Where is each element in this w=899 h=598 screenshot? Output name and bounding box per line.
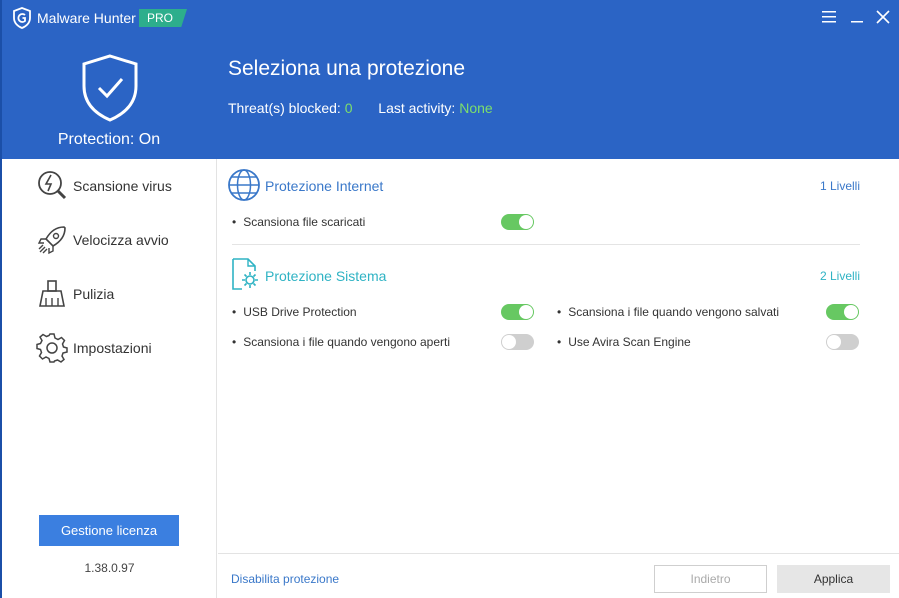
app-logo-icon	[13, 7, 31, 29]
toggle-knob	[844, 305, 858, 319]
sidebar-item-label: Scansione virus	[73, 178, 172, 194]
sidebar: Scansione virus Velocizza avvio Pulizia …	[2, 159, 217, 598]
section-title-system: Protezione Sistema	[265, 268, 387, 284]
protection-status: Protection: On	[57, 131, 161, 148]
rocket-icon	[37, 226, 66, 255]
toggle-knob	[827, 335, 841, 349]
hamburger-icon[interactable]	[820, 8, 838, 26]
toggle-knob	[519, 305, 533, 319]
main-panel: Protezione Internet 1 Livelli Scansiona …	[218, 159, 899, 553]
threats-label: Threat(s) blocked:	[228, 100, 341, 116]
sidebar-item-label: Impostazioni	[73, 340, 152, 356]
sidebar-item-cleanup[interactable]: Pulizia	[36, 278, 114, 310]
toggle-usb[interactable]	[501, 304, 534, 320]
stats-line: Threat(s) blocked: 0 Last activity: None	[228, 100, 493, 116]
file-gear-icon	[232, 258, 258, 290]
pro-badge: PRO	[139, 9, 188, 27]
sidebar-item-label: Pulizia	[73, 286, 115, 302]
page-title: Seleziona una protezione	[228, 57, 466, 80]
threats-value: 0	[344, 100, 353, 116]
broom-icon	[39, 280, 65, 307]
toggle-avira-engine[interactable]	[826, 334, 859, 350]
toggle-scan-saved[interactable]	[826, 304, 859, 320]
option-label-scan-saved: Scansiona i file quando vengono salvati	[557, 305, 779, 319]
sidebar-item-label: Velocizza avvio	[73, 232, 169, 248]
sidebar-item-boost[interactable]: Velocizza avvio	[36, 224, 169, 256]
scan-search-icon	[38, 171, 67, 200]
apply-button[interactable]: Applica	[777, 565, 890, 593]
gear-icon	[36, 333, 68, 363]
activity-value: None	[459, 100, 493, 116]
option-label-scan-opened: Scansiona i file quando vengono aperti	[232, 335, 450, 349]
app-title: Malware Hunter	[37, 10, 136, 26]
activity-label: Last activity:	[378, 100, 456, 116]
option-label-avira-engine: Use Avira Scan Engine	[557, 335, 691, 349]
toggle-knob	[502, 335, 516, 349]
section-title-internet: Protezione Internet	[265, 178, 384, 194]
header-bar: Malware Hunter PRO Protection: On Selezi…	[0, 0, 899, 159]
footer-bar: Disabilita protezione Indietro Applica	[218, 553, 899, 598]
option-label-downloads: Scansiona file scaricati	[232, 215, 365, 229]
globe-icon	[228, 169, 260, 201]
option-label-usb: USB Drive Protection	[232, 305, 356, 319]
license-button[interactable]: Gestione licenza	[39, 515, 179, 546]
toggle-knob	[519, 215, 533, 229]
section-divider	[232, 244, 860, 245]
back-button[interactable]: Indietro	[654, 565, 767, 593]
close-icon[interactable]	[874, 8, 892, 26]
section-level-system[interactable]: 2 Livelli	[778, 269, 860, 283]
section-level-internet[interactable]: 1 Livelli	[778, 179, 860, 193]
sidebar-item-scan[interactable]: Scansione virus	[36, 170, 172, 202]
disable-protection-link[interactable]: Disabilita protezione	[231, 572, 339, 586]
toggle-downloads[interactable]	[501, 214, 534, 230]
minimize-icon[interactable]	[848, 8, 866, 26]
shield-check-icon	[82, 54, 138, 122]
sidebar-item-settings[interactable]: Impostazioni	[36, 332, 152, 364]
version-label: 1.38.0.97	[84, 561, 135, 575]
toggle-scan-opened[interactable]	[501, 334, 534, 350]
